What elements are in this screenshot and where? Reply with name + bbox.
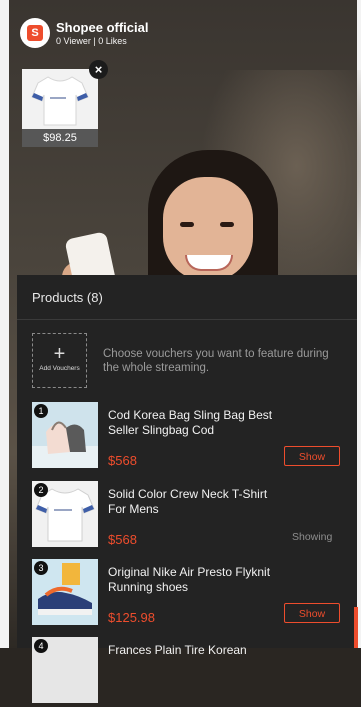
host-eye-right xyxy=(220,222,234,227)
products-panel: Products (8) + Add Vouchers Choose vouch… xyxy=(17,275,357,703)
streamer-header[interactable]: S Shopee official 0 Viewer | 0 Likes xyxy=(20,18,148,48)
showing-status: Showing xyxy=(292,531,333,543)
item-number: 3 xyxy=(34,561,48,575)
tshirt-image xyxy=(30,73,90,132)
shopee-bag-icon: S xyxy=(27,25,43,41)
product-item[interactable]: 3 Original Nike Air Presto Flyknit Runni… xyxy=(32,559,352,629)
accent-edge xyxy=(354,607,358,648)
add-vouchers-button[interactable]: + Add Vouchers xyxy=(32,333,87,388)
item-price: $568 xyxy=(108,532,137,547)
item-number: 4 xyxy=(34,639,48,653)
vouchers-hint: Choose vouchers you want to feature duri… xyxy=(103,348,329,374)
show-button[interactable]: Show xyxy=(284,446,340,466)
streamer-name: Shopee official xyxy=(56,19,149,35)
item-name: Frances Plain Tire Korean xyxy=(108,643,247,657)
item-name: Cod Korea Bag Sling Bag Best Seller Slin… xyxy=(108,408,273,437)
host-eye-left xyxy=(180,222,194,227)
stream-stats: 0 Viewer | 0 Likes xyxy=(56,35,127,46)
add-vouchers-label: Add Vouchers xyxy=(39,365,80,372)
show-button[interactable]: Show xyxy=(284,603,340,623)
product-item[interactable]: 2 Solid Color Crew Neck T-Shirt For Mens… xyxy=(32,481,352,551)
item-price: $125.98 xyxy=(108,610,155,625)
frame-left xyxy=(0,0,9,648)
item-name: Solid Color Crew Neck T-Shirt For Mens xyxy=(108,487,268,516)
plus-icon: + xyxy=(53,343,66,365)
product-item[interactable]: 1 Cod Korea Bag Sling Bag Best Seller Sl… xyxy=(32,402,352,472)
item-number: 2 xyxy=(34,483,48,497)
divider xyxy=(17,319,357,320)
close-icon[interactable]: × xyxy=(89,60,108,79)
pinned-product[interactable]: $98.25 xyxy=(22,69,98,147)
pinned-price: $98.25 xyxy=(22,129,98,147)
item-price: $568 xyxy=(108,453,137,468)
panel-title: Products (8) xyxy=(32,290,103,305)
shop-avatar: S xyxy=(20,18,50,48)
item-number: 1 xyxy=(34,404,48,418)
item-name: Original Nike Air Presto Flyknit Running… xyxy=(108,565,271,594)
